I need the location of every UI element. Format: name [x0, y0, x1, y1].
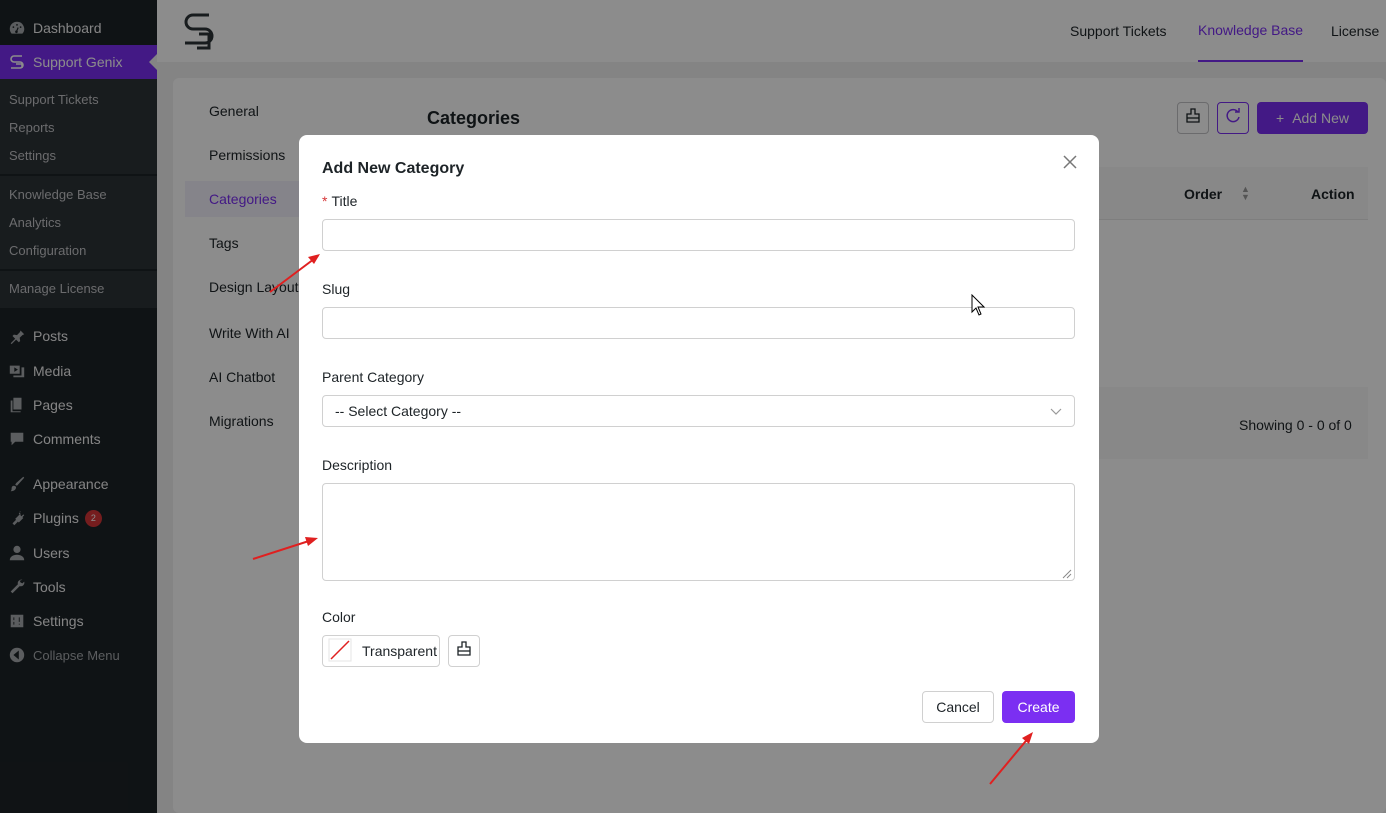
close-icon — [1062, 155, 1078, 174]
parent-category-select[interactable]: -- Select Category -- — [322, 395, 1075, 427]
resize-handle-icon[interactable] — [1060, 566, 1072, 584]
mouse-cursor-icon — [971, 294, 985, 316]
color-label: Color — [322, 609, 356, 625]
description-label: Description — [322, 457, 393, 473]
title-label-text: Title — [331, 193, 358, 209]
add-category-modal: Add New Category * Title Slug Parent Cate… — [299, 135, 1099, 743]
modal-title: Add New Category — [322, 160, 465, 177]
parent-category-value: -- Select Category -- — [335, 403, 462, 419]
title-label: * Title — [322, 193, 357, 209]
color-value: Transparent — [362, 643, 437, 659]
chevron-down-icon — [1050, 403, 1062, 419]
broom-icon — [456, 640, 472, 662]
required-marker: * — [322, 193, 328, 209]
parent-category-label: Parent Category — [322, 369, 424, 385]
description-textarea[interactable] — [322, 483, 1075, 581]
create-button[interactable]: Create — [1002, 691, 1075, 723]
color-picker-button[interactable]: Transparent — [322, 635, 440, 667]
annotation-arrow-icon — [269, 254, 320, 293]
close-button[interactable] — [1062, 154, 1080, 172]
slug-label: Slug — [322, 281, 351, 297]
transparent-swatch-icon — [328, 638, 352, 665]
slug-input[interactable] — [322, 307, 1075, 339]
annotation-arrow-icon — [252, 537, 318, 560]
clear-color-button[interactable] — [448, 635, 480, 667]
title-input[interactable] — [322, 219, 1075, 251]
cancel-button[interactable]: Cancel — [922, 691, 994, 723]
annotation-arrow-icon — [989, 732, 1033, 785]
